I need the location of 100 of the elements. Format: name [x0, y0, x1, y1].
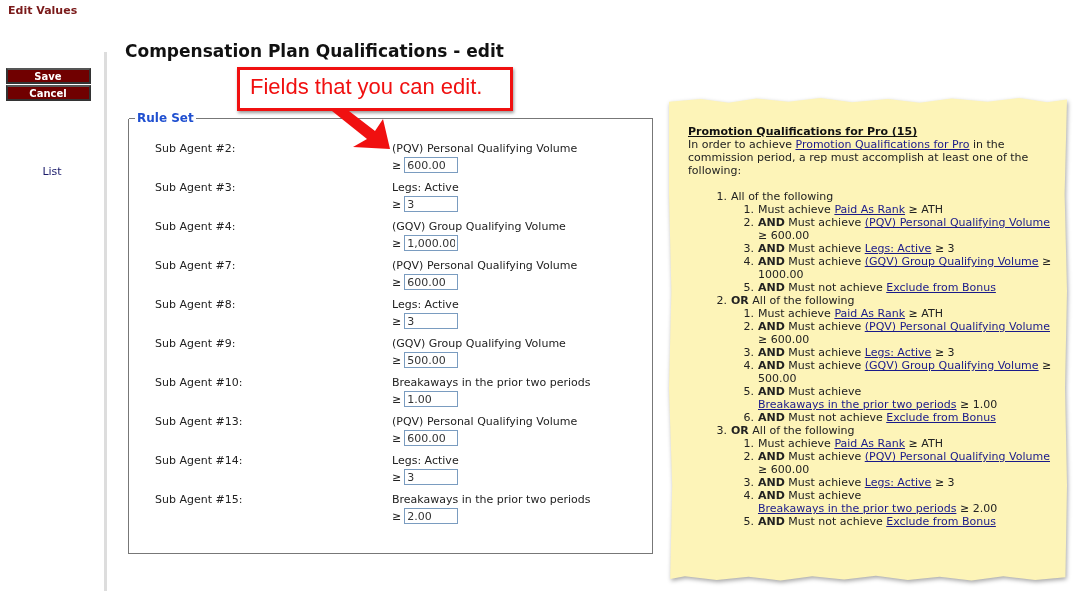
intro-text: In order to achieve Promotion Qualifications for Pro in the commission period, a rep must accomplish at least one of the following: [688, 138, 1030, 177]
group-heading: OR All of the following [731, 424, 856, 437]
measure-link[interactable]: Legs: Active [864, 476, 932, 489]
rule-text: AND Must not achieve Exclude from Bonus [758, 281, 997, 294]
measure-link[interactable]: Legs: Active [864, 242, 932, 255]
rule-text: AND Must achieve Legs: Active ≥ 3 [758, 346, 956, 359]
rule-text: AND Must achieve Legs: Active ≥ 3 [758, 476, 956, 489]
list-number: 4. [742, 255, 754, 270]
rule-text: AND Must achieve Legs: Active ≥ 3 [758, 242, 956, 255]
rule-text: AND Must achieve (GQV) Group Qualifying Volume ≥ 1000.00 [758, 255, 1053, 281]
list-number: 5. [742, 515, 754, 528]
operator-sign: ≥ [392, 158, 402, 172]
note-title: Promotion Qualifications for Pro (15) [688, 125, 919, 138]
callout-arrow [332, 111, 390, 149]
measure-link[interactable]: (PQV) Personal Qualifying Volume [864, 450, 1050, 463]
operator-sign: ≥ [392, 509, 402, 523]
list-number: 3. [742, 346, 754, 359]
cancel-button[interactable]: Cancel [5, 85, 91, 101]
rule-text: Must achieve Paid As Rank ≥ ATH [758, 437, 944, 450]
rule-label: Sub Agent #14: [155, 453, 244, 469]
operator-sign: ≥ [392, 236, 402, 250]
operator-sign: ≥ [392, 392, 402, 406]
rule-label: Sub Agent #10: [155, 375, 244, 391]
measure-link[interactable]: Paid As Rank [834, 437, 906, 450]
rule-text: AND Must not achieve Exclude from Bonus [758, 411, 997, 424]
list-number: 2. [742, 320, 754, 335]
group-heading: OR All of the following [731, 294, 856, 307]
value-input[interactable]: 1,000.00 [404, 235, 459, 251]
list-link[interactable]: List [42, 165, 62, 178]
list-number: 5. [742, 281, 754, 294]
list-number: 6. [742, 411, 754, 424]
rule-text: AND Must achieve (PQV) Personal Qualifying Volume ≥ 600.00 [758, 216, 1051, 242]
rule-label: Sub Agent #9: [155, 336, 237, 352]
measure-link[interactable]: (PQV) Personal Qualifying Volume [864, 320, 1050, 333]
page-title: Compensation Plan Qualifications - edit [125, 41, 505, 61]
measure-link[interactable]: Breakaways in the prior two periods [758, 502, 957, 515]
rule-label: Sub Agent #4: [155, 219, 237, 235]
list-number: 1. [742, 203, 754, 216]
rule-text: AND Must achieve (GQV) Group Qualifying Volume ≥ 500.00 [758, 359, 1053, 385]
measure-name: (GQV) Group Qualifying Volume [392, 336, 567, 352]
rule-text: AND Must not achieve Exclude from Bonus [758, 515, 997, 528]
measure-link[interactable]: Breakaways in the prior two periods [758, 398, 957, 411]
rule-text: Must achieve Paid As Rank ≥ ATH [758, 307, 944, 320]
rule-label: Sub Agent #15: [155, 492, 244, 508]
measure-name: Breakaways in the prior two periods [392, 375, 592, 391]
operator-sign: ≥ [392, 314, 402, 328]
measure-name: (PQV) Personal Qualifying Volume [392, 141, 579, 157]
operator-sign: ≥ [392, 431, 402, 445]
rule-text: Must achieve Paid As Rank ≥ ATH [758, 203, 944, 216]
measure-link[interactable]: Exclude from Bonus [886, 411, 996, 424]
measure-name: (PQV) Personal Qualifying Volume [392, 414, 579, 430]
measure-name: (PQV) Personal Qualifying Volume [392, 258, 579, 274]
measure-link[interactable]: (PQV) Personal Qualifying Volume [864, 216, 1050, 229]
rule-set-legend: Rule Set [135, 111, 196, 125]
group-heading: All of the following [731, 190, 835, 203]
measure-link[interactable]: Exclude from Bonus [886, 281, 996, 294]
measure-link[interactable]: Exclude from Bonus [886, 515, 996, 528]
measure-name: (GQV) Group Qualifying Volume [392, 219, 567, 235]
value-input[interactable]: 600.00 [404, 274, 459, 290]
list-number: 3. [742, 476, 754, 489]
value-input[interactable]: 600.00 [404, 430, 459, 446]
list-number: 1. [742, 437, 754, 450]
rule-text: AND Must achieve Breakaways in the prior two periods ≥ 2.00 [758, 489, 999, 515]
measure-name: Legs: Active [392, 453, 460, 469]
measure-name: Legs: Active [392, 180, 460, 196]
qualification-link[interactable]: Promotion Qualifications for Pro [795, 138, 970, 151]
value-input[interactable]: 2.00 [404, 508, 459, 524]
measure-link[interactable]: Paid As Rank [834, 203, 906, 216]
save-button[interactable]: Save [5, 68, 91, 84]
value-input[interactable]: 600.00 [404, 157, 459, 173]
measure-link[interactable]: (GQV) Group Qualifying Volume [864, 255, 1039, 268]
measure-link[interactable]: Legs: Active [864, 346, 932, 359]
list-number: 3. [742, 242, 754, 255]
value-input[interactable]: 3 [404, 196, 459, 212]
value-input[interactable]: 1.00 [404, 391, 459, 407]
rule-label: Sub Agent #8: [155, 297, 237, 313]
rule-text: AND Must achieve (PQV) Personal Qualifying Volume ≥ 600.00 [758, 450, 1051, 476]
operator-sign: ≥ [392, 470, 402, 484]
measure-name: Legs: Active [392, 297, 460, 313]
list-number: 2. [715, 294, 727, 307]
value-input[interactable]: 500.00 [404, 352, 459, 368]
operator-sign: ≥ [392, 353, 402, 367]
measure-name: Breakaways in the prior two periods [392, 492, 592, 508]
rule-label: Sub Agent #3: [155, 180, 237, 196]
list-number: 4. [742, 359, 754, 374]
value-input[interactable]: 3 [404, 313, 459, 329]
rule-label: Sub Agent #2: [155, 141, 237, 157]
measure-link[interactable]: (GQV) Group Qualifying Volume [864, 359, 1039, 372]
page-heading: Edit Values [8, 4, 78, 17]
operator-sign: ≥ [392, 197, 402, 211]
list-number: 3. [715, 424, 727, 437]
operator-sign: ≥ [392, 275, 402, 289]
rule-label: Sub Agent #7: [155, 258, 237, 274]
rule-text: AND Must achieve (PQV) Personal Qualifying Volume ≥ 600.00 [758, 320, 1051, 346]
value-input[interactable]: 3 [404, 469, 459, 485]
list-number: 4. [742, 489, 754, 504]
list-number: 2. [742, 450, 754, 465]
measure-link[interactable]: Paid As Rank [834, 307, 906, 320]
rule-label: Sub Agent #13: [155, 414, 244, 430]
list-number: 1. [742, 307, 754, 320]
